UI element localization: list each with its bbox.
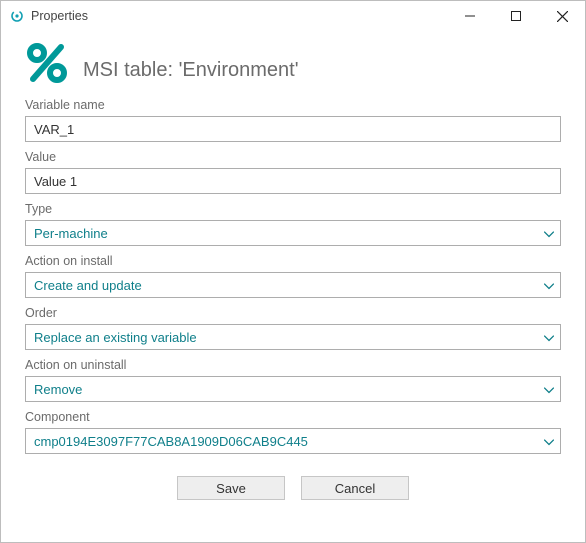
- app-icon: [9, 8, 25, 24]
- select-action-install-value: Create and update: [34, 278, 534, 293]
- field-order: Order Replace an existing variable: [25, 306, 561, 350]
- label-value: Value: [25, 150, 561, 164]
- select-type[interactable]: Per-machine: [25, 220, 561, 246]
- content-area: MSI table: 'Environment' Variable name V…: [1, 31, 585, 542]
- button-row: Save Cancel: [25, 476, 561, 500]
- label-action-install: Action on install: [25, 254, 561, 268]
- page-header: MSI table: 'Environment': [25, 41, 561, 88]
- label-action-uninstall: Action on uninstall: [25, 358, 561, 372]
- label-order: Order: [25, 306, 561, 320]
- select-order[interactable]: Replace an existing variable: [25, 324, 561, 350]
- chevron-down-icon: [544, 330, 554, 345]
- input-variable-name-value: VAR_1: [34, 122, 74, 137]
- label-variable-name: Variable name: [25, 98, 561, 112]
- select-component[interactable]: cmp0194E3097F77CAB8A1909D06CAB9C445: [25, 428, 561, 454]
- input-value-value: Value 1: [34, 174, 77, 189]
- titlebar: Properties: [1, 1, 585, 31]
- properties-window: Properties MSI table: 'Environment': [0, 0, 586, 543]
- percent-icon: [25, 41, 69, 88]
- select-component-value: cmp0194E3097F77CAB8A1909D06CAB9C445: [34, 434, 534, 449]
- field-value: Value Value 1: [25, 150, 561, 194]
- maximize-button[interactable]: [493, 1, 539, 31]
- field-action-install: Action on install Create and update: [25, 254, 561, 298]
- input-value[interactable]: Value 1: [25, 168, 561, 194]
- save-button-label: Save: [216, 481, 246, 496]
- field-component: Component cmp0194E3097F77CAB8A1909D06CAB…: [25, 410, 561, 454]
- select-action-uninstall[interactable]: Remove: [25, 376, 561, 402]
- label-component: Component: [25, 410, 561, 424]
- chevron-down-icon: [544, 382, 554, 397]
- field-variable-name: Variable name VAR_1: [25, 98, 561, 142]
- select-order-value: Replace an existing variable: [34, 330, 534, 345]
- cancel-button[interactable]: Cancel: [301, 476, 409, 500]
- page-title: MSI table: 'Environment': [83, 59, 299, 82]
- close-button[interactable]: [539, 1, 585, 31]
- label-type: Type: [25, 202, 561, 216]
- input-variable-name[interactable]: VAR_1: [25, 116, 561, 142]
- cancel-button-label: Cancel: [335, 481, 375, 496]
- field-type: Type Per-machine: [25, 202, 561, 246]
- select-type-value: Per-machine: [34, 226, 534, 241]
- chevron-down-icon: [544, 226, 554, 241]
- chevron-down-icon: [544, 434, 554, 449]
- save-button[interactable]: Save: [177, 476, 285, 500]
- chevron-down-icon: [544, 278, 554, 293]
- select-action-install[interactable]: Create and update: [25, 272, 561, 298]
- minimize-button[interactable]: [447, 1, 493, 31]
- select-action-uninstall-value: Remove: [34, 382, 534, 397]
- field-action-uninstall: Action on uninstall Remove: [25, 358, 561, 402]
- window-title: Properties: [31, 9, 88, 23]
